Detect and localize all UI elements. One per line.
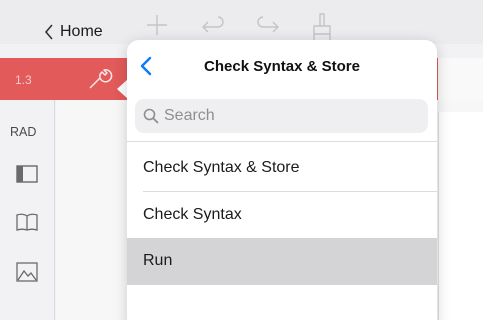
home-label: Home [60, 23, 103, 40]
layout-panel-icon[interactable] [16, 165, 38, 183]
popover-header: Check Syntax & Store [127, 40, 437, 92]
menu-item-label: Check Syntax & Store [143, 159, 300, 176]
menu-item-check-syntax[interactable]: Check Syntax [127, 192, 437, 239]
menu-item-label: Run [143, 252, 173, 269]
search-input[interactable] [164, 107, 404, 125]
plus-icon[interactable] [146, 12, 168, 38]
home-button[interactable]: Home [44, 23, 103, 41]
menu-item-run[interactable]: Run [127, 238, 437, 285]
document-page [438, 112, 483, 320]
brush-icon[interactable] [310, 12, 334, 42]
search-icon [143, 108, 159, 124]
check-syntax-popover: Check Syntax & Store Check Syntax & Stor… [127, 40, 437, 320]
menu-item-check-syntax-store[interactable]: Check Syntax & Store [127, 145, 437, 192]
wrench-icon[interactable] [87, 65, 113, 91]
tab-right-edge [438, 58, 483, 100]
popover-title: Check Syntax & Store [204, 58, 360, 75]
menu-item-label: Check Syntax [143, 206, 242, 223]
chevron-left-icon [44, 24, 53, 40]
search-field[interactable] [135, 99, 428, 133]
undo-icon[interactable] [200, 12, 226, 38]
angle-mode-label[interactable]: RAD [10, 125, 36, 139]
page-number-tab[interactable]: 1.3 [15, 73, 32, 87]
image-icon[interactable] [16, 262, 38, 282]
book-icon[interactable] [16, 213, 38, 231]
redo-icon[interactable] [255, 12, 281, 38]
divider [127, 141, 437, 142]
